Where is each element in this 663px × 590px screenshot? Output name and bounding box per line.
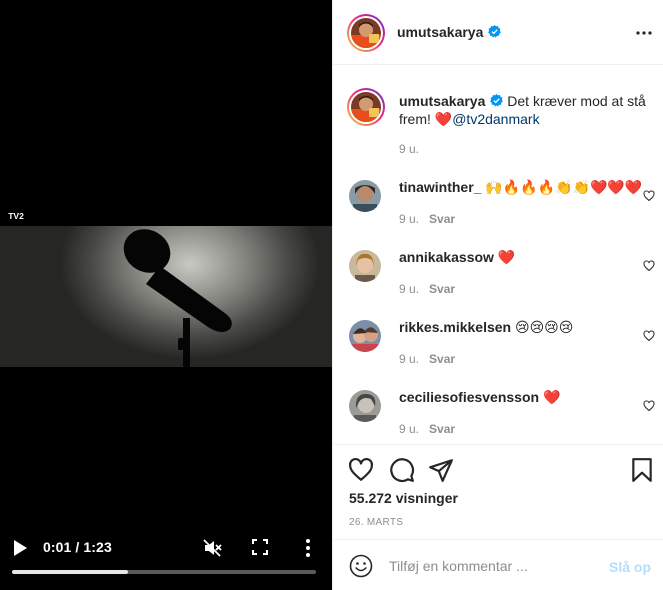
muted-speaker-icon[interactable]: [202, 538, 222, 558]
post-header: umutsakarya: [333, 0, 663, 65]
header-username[interactable]: umutsakarya: [397, 24, 483, 40]
paper-plane-icon[interactable]: [428, 457, 454, 483]
comment-username[interactable]: rikkes.mikkelsen: [399, 319, 511, 335]
post-actions: 55.272 visninger 26. MARTS: [333, 444, 663, 540]
post-sidebar: umutsakarya umutsakarya Det kræver mod a…: [332, 0, 663, 590]
comment-body: 😢😢😢😢: [514, 319, 574, 335]
comment-username[interactable]: annikakassow: [399, 249, 494, 265]
tv2-logo: TV2: [6, 209, 26, 222]
comment-time: 9 u.: [399, 212, 420, 226]
heart-icon[interactable]: [643, 190, 655, 202]
comment-input[interactable]: [389, 552, 599, 580]
comments-list[interactable]: umutsakarya Det kræver mod at stå frem! …: [333, 66, 663, 444]
comment-item: annikakassow ❤️ 9 u. Svar: [333, 248, 663, 318]
current-time: 0:01: [43, 539, 72, 555]
comment-composer: Slå op: [333, 539, 663, 590]
caption-time: 9 u.: [399, 142, 420, 156]
heart-icon[interactable]: [643, 400, 655, 412]
comment-time: 9 u.: [399, 352, 420, 366]
comment-item: tinawinther_ 🙌🔥🔥🔥👏👏❤️❤️❤️ 9 u. Svar: [333, 178, 663, 248]
author-photo: [351, 18, 381, 48]
comment-meta: 9 u. Svar: [399, 422, 455, 436]
comment-body: ❤️: [497, 249, 516, 265]
video-time: 0:01 / 1:23: [43, 539, 112, 555]
comment-text: ceciliesofiesvensson ❤️: [399, 388, 560, 406]
reply-button[interactable]: Svar: [429, 352, 455, 366]
comment-time: 9 u.: [399, 422, 420, 436]
views-label: visninger: [395, 490, 458, 506]
heart-icon[interactable]: [643, 260, 655, 272]
comment-body: 🙌🔥🔥🔥👏👏❤️❤️❤️: [485, 179, 643, 195]
reply-button[interactable]: Svar: [429, 212, 455, 226]
caption-username[interactable]: umutsakarya: [399, 93, 485, 109]
heart-icon[interactable]: [348, 457, 374, 483]
caption-mention-link[interactable]: @tv2danmark: [452, 111, 539, 127]
speech-bubble-icon[interactable]: [389, 457, 415, 483]
heart-icon[interactable]: [643, 330, 655, 342]
comment-meta: 9 u. Svar: [399, 352, 455, 366]
reply-button[interactable]: Svar: [429, 422, 455, 436]
comment-username[interactable]: tinawinther_: [399, 179, 481, 195]
post-comment-button[interactable]: Slå op: [609, 559, 651, 575]
comment-text: tinawinther_ 🙌🔥🔥🔥👏👏❤️❤️❤️: [399, 178, 642, 196]
comment-body: ❤️: [542, 389, 561, 405]
comment-meta: 9 u. Svar: [399, 212, 455, 226]
video-player[interactable]: TV2 0:01 / 1:23: [0, 0, 332, 590]
verified-badge-icon: [488, 25, 502, 38]
reply-button[interactable]: Svar: [429, 282, 455, 296]
commenter-avatar[interactable]: [349, 180, 381, 212]
smiley-icon[interactable]: [349, 554, 373, 578]
tv2-logo-text: TV2: [8, 211, 24, 221]
verified-badge-icon: [490, 94, 504, 107]
header-user: umutsakarya: [397, 24, 502, 42]
progress-bar[interactable]: [12, 570, 316, 574]
microphone-silhouette: [123, 229, 232, 367]
commenter-avatar[interactable]: [349, 320, 381, 352]
progress-fill: [12, 570, 128, 574]
duration: 1:23: [83, 539, 112, 555]
comment-text: rikkes.mikkelsen 😢😢😢😢: [399, 318, 573, 336]
views-number: 55.272: [349, 490, 392, 506]
caption-avatar[interactable]: [347, 88, 385, 126]
comment-item: rikkes.mikkelsen 😢😢😢😢 9 u. Svar: [333, 318, 663, 388]
play-icon[interactable]: [12, 539, 28, 557]
commenter-avatar[interactable]: [349, 390, 381, 422]
caption-author-photo: [351, 92, 381, 122]
vertical-dots-icon[interactable]: [301, 538, 315, 558]
bookmark-icon[interactable]: [629, 457, 655, 483]
caption: umutsakarya Det kræver mod at stå frem! …: [399, 92, 654, 128]
author-avatar[interactable]: [347, 14, 385, 52]
comment-time: 9 u.: [399, 282, 420, 296]
comment-meta: 9 u. Svar: [399, 282, 455, 296]
view-count[interactable]: 55.272 visninger: [349, 490, 458, 506]
horizontal-dots-icon[interactable]: [635, 24, 653, 42]
commenter-avatar[interactable]: [349, 250, 381, 282]
comment-username[interactable]: ceciliesofiesvensson: [399, 389, 539, 405]
comment-item: ceciliesofiesvensson ❤️ 9 u. Svar: [333, 388, 663, 444]
comment-text: annikakassow ❤️: [399, 248, 515, 266]
video-controls: 0:01 / 1:23: [0, 530, 332, 590]
fullscreen-icon[interactable]: [252, 539, 268, 555]
time-separator: /: [71, 539, 84, 555]
post-date: 26. MARTS: [349, 517, 404, 528]
